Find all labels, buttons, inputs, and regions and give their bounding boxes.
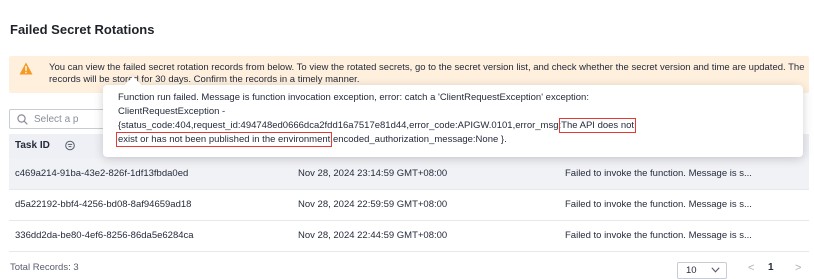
warning-triangle-icon (19, 62, 33, 75)
tooltip-line-4-suffix: ,encoded_authorization_message:None }. (330, 134, 507, 145)
message-cell[interactable]: Failed to invoke the function. Message i… (565, 168, 805, 179)
task-id-cell: c469a214-91ba-43e2-826f-1df13fbda0ed (15, 168, 189, 179)
time-cell: Nov 28, 2024 22:44:59 GMT+08:00 (298, 230, 448, 241)
table-row[interactable]: 336dd2da-be80-4ef6-8256-86da5e6284ca Nov… (9, 220, 809, 252)
column-header-task-id: Task ID (15, 140, 50, 151)
search-icon (17, 114, 28, 125)
notice-text: You can view the failed secret rotation … (49, 62, 805, 85)
chevron-down-icon (711, 267, 720, 273)
page-title: Failed Secret Rotations (10, 22, 155, 37)
filter-icon[interactable] (65, 140, 75, 151)
error-highlight-1: The API does not (559, 118, 637, 133)
time-cell: Nov 28, 2024 22:59:59 GMT+08:00 (298, 199, 448, 210)
page-number-current[interactable]: 1 (768, 262, 774, 273)
time-cell: Nov 28, 2024 23:14:59 GMT+08:00 (298, 168, 448, 179)
task-id-cell: d5a22192-bbf4-4256-bd08-8af94659ad18 (15, 199, 192, 210)
task-id-cell: 336dd2da-be80-4ef6-8256-86da5e6284ca (15, 230, 194, 241)
message-cell[interactable]: Failed to invoke the function. Message i… (565, 230, 805, 241)
search-placeholder: Select a p (34, 114, 79, 125)
table-row[interactable]: c469a214-91ba-43e2-826f-1df13fbda0ed Nov… (9, 158, 809, 190)
total-records: Total Records: 3 (10, 262, 79, 273)
page-size-value: 10 (686, 265, 697, 276)
error-tooltip: Function run failed. Message is function… (103, 76, 803, 157)
table-row[interactable]: d5a22192-bbf4-4256-bd08-8af94659ad18 Nov… (9, 189, 809, 221)
next-page-button[interactable]: > (795, 262, 801, 274)
error-highlight-2: exist or has not been published in the e… (115, 132, 333, 147)
tooltip-line-1: Function run failed. Message is function… (118, 92, 589, 103)
prev-page-button[interactable]: < (748, 262, 754, 274)
tooltip-line-2: ClientRequestException - (118, 106, 226, 117)
tooltip-line-3: {status_code:404,request_id:494748ed0666… (118, 118, 637, 133)
page-size-select[interactable]: 10 (677, 262, 727, 279)
tooltip-line-4: exist or has not been published in the e… (115, 132, 507, 147)
tooltip-line-3-prefix: {status_code:404,request_id:494748ed0666… (118, 120, 562, 131)
message-cell[interactable]: Failed to invoke the function. Message i… (565, 199, 805, 210)
